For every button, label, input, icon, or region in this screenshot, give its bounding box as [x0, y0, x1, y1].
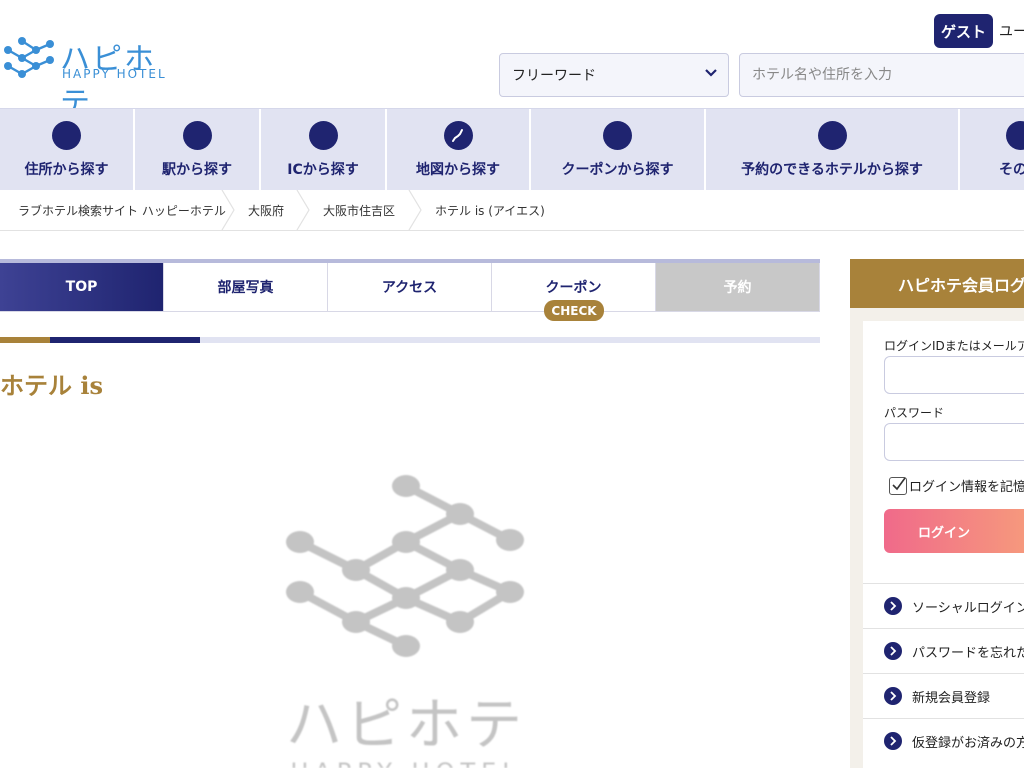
network-logo-icon — [4, 37, 54, 78]
search-type-value: フリーワード — [512, 68, 596, 84]
placeholder-logo-en: HAPPY HOTEL — [290, 758, 521, 768]
nav-item-label: 地図から探す — [416, 162, 500, 178]
coupon-check-badge: CHECK — [544, 300, 604, 321]
breadcrumb-item-city[interactable]: 大阪市住吉区 — [323, 202, 395, 219]
circle-icon — [308, 121, 338, 150]
circle-icon — [603, 121, 632, 150]
link-label: ソーシャルログイン — [912, 600, 1024, 616]
tab-room-photos[interactable]: 部屋写真 — [164, 263, 328, 312]
password-label: パスワード — [884, 406, 945, 420]
nav-item-map[interactable]: 地図から探す — [387, 109, 531, 191]
nav-item-label: ICから探す — [287, 162, 359, 178]
link-label: 新規会員登録 — [912, 690, 991, 706]
tab-reservation: 予約 — [656, 263, 820, 312]
progress-navy-segment — [50, 337, 200, 343]
breadcrumb-separator-icon — [408, 190, 422, 230]
breadcrumb: ラブホテル検索サイト ハッピーホテル 大阪府 大阪市住吉区 ホテル is (アイ… — [0, 190, 1024, 231]
nav-item-ic[interactable]: ICから探す — [261, 109, 387, 191]
tab-top[interactable]: TOP — [0, 263, 164, 312]
logo-text-en: HAPPY HOTEL — [62, 67, 167, 81]
progress-gold-segment — [0, 337, 50, 343]
login-id-input[interactable] — [884, 356, 1024, 394]
chevron-right-icon — [884, 597, 902, 615]
remember-login-label: ログイン情報を記憶する — [909, 480, 1024, 495]
password-input[interactable] — [884, 423, 1024, 461]
circle-icon — [52, 121, 81, 150]
tab-access[interactable]: アクセス — [328, 263, 492, 312]
register-link[interactable]: 新規会員登録 — [863, 673, 1024, 718]
social-login-link[interactable]: ソーシャルログイン — [863, 583, 1024, 628]
login-sidebar: ハピホテ会員ログイン ログインIDまたはメールアドレス パスワード ログイン情報… — [850, 259, 1024, 768]
search-type-select[interactable]: フリーワード — [499, 53, 729, 97]
main-nav: 住所から探す 駅から探す ICから探す 地図から探す クーポンから探す 予約ので… — [0, 108, 1024, 191]
breadcrumb-item-current: ホテル is (アイエス) — [435, 204, 545, 218]
chevron-right-icon — [884, 687, 902, 705]
link-label: 仮登録がお済みの方 — [912, 735, 1024, 751]
link-label: パスワードを忘れた方 — [912, 645, 1024, 661]
hotel-tabs: TOP 部屋写真 アクセス クーポン 予約 — [0, 259, 820, 312]
nav-item-label: その他 — [999, 162, 1024, 178]
circle-icon — [1005, 121, 1024, 150]
tab-progress-bar — [0, 337, 820, 343]
happy-hotel-placeholder-logo: ハピホテ HAPPY HOTEL — [286, 475, 526, 768]
chevron-right-icon — [884, 642, 902, 660]
breadcrumb-separator-icon — [296, 190, 310, 230]
hotel-title: ホテル is — [0, 371, 103, 400]
nav-item-label: 住所から探す — [24, 162, 109, 178]
nav-item-label: 予約のできるホテルから探す — [741, 162, 923, 178]
guest-badge[interactable]: ゲスト — [934, 14, 993, 48]
nav-item-other[interactable]: その他 — [960, 109, 1024, 191]
forgot-password-link[interactable]: パスワードを忘れた方 — [863, 628, 1024, 673]
nav-item-reservable[interactable]: 予約のできるホテルから探す — [706, 109, 960, 191]
search-input[interactable] — [739, 53, 1024, 97]
breadcrumb-separator-icon — [221, 190, 235, 230]
breadcrumb-item-prefecture[interactable]: 大阪府 — [248, 202, 284, 219]
nav-item-label: 駅から探す — [162, 162, 232, 178]
login-sidebar-title: ハピホテ会員ログイン — [850, 259, 1024, 308]
circle-icon — [182, 121, 212, 150]
nav-item-station[interactable]: 駅から探す — [135, 109, 261, 191]
login-id-label: ログインIDまたはメールアドレス — [884, 339, 1024, 353]
japan-map-icon — [443, 121, 473, 150]
user-menu-text[interactable]: ユー — [999, 21, 1024, 41]
site-header: ハピホテ HAPPY HOTEL ゲスト ユー フリーワード — [0, 0, 1024, 121]
hotel-placeholder-image: ハピホテ HAPPY HOTEL — [276, 462, 536, 768]
circle-icon — [817, 121, 847, 150]
chevron-down-icon — [705, 69, 717, 77]
breadcrumb-item-home[interactable]: ラブホテル検索サイト ハッピーホテル — [18, 202, 226, 219]
site-logo[interactable]: ハピホテ HAPPY HOTEL — [0, 34, 180, 121]
nav-item-address[interactable]: 住所から探す — [0, 109, 135, 191]
remember-login-checkbox[interactable]: ログイン情報を記憶する — [889, 476, 1024, 495]
nav-item-coupon[interactable]: クーポンから探す — [531, 109, 706, 191]
login-button[interactable]: ログイン — [884, 509, 1024, 553]
provisional-registration-link[interactable]: 仮登録がお済みの方 — [863, 718, 1024, 763]
placeholder-logo-jp: ハピホテ — [286, 693, 526, 758]
login-form: ログインIDまたはメールアドレス パスワード ログイン情報を記憶する ログイン … — [863, 321, 1024, 768]
nav-item-label: クーポンから探す — [561, 162, 674, 178]
chevron-right-icon — [884, 732, 902, 750]
checkbox-checked-icon — [889, 476, 907, 495]
